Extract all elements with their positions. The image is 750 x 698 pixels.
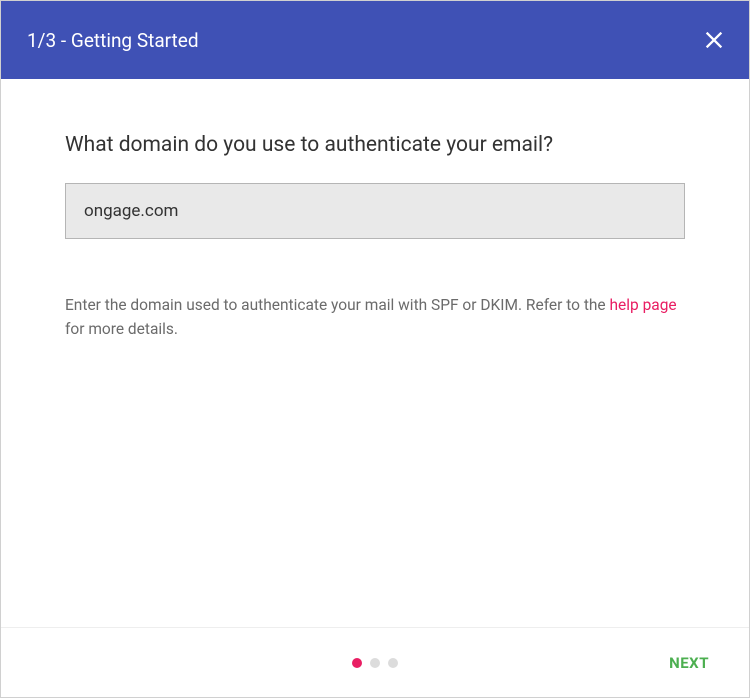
step-dot-3 [388,658,398,668]
step-indicator [352,658,398,668]
hint-prefix: Enter the domain used to authenticate yo… [65,296,610,314]
step-dot-2 [370,658,380,668]
dialog-title: 1/3 - Getting Started [27,29,199,52]
domain-input[interactable] [65,183,685,239]
dialog-getting-started: 1/3 - Getting Started What domain do you… [0,0,750,698]
question-label: What domain do you use to authenticate y… [65,133,685,157]
help-page-link[interactable]: help page [610,296,677,314]
dialog-content: What domain do you use to authenticate y… [1,79,749,627]
hint-text: Enter the domain used to authenticate yo… [65,293,685,341]
step-dot-1 [352,658,362,668]
dialog-footer: NEXT [1,627,749,697]
next-button[interactable]: NEXT [657,644,721,682]
close-icon[interactable] [701,27,727,53]
dialog-header: 1/3 - Getting Started [1,1,749,79]
hint-suffix: for more details. [65,320,178,338]
